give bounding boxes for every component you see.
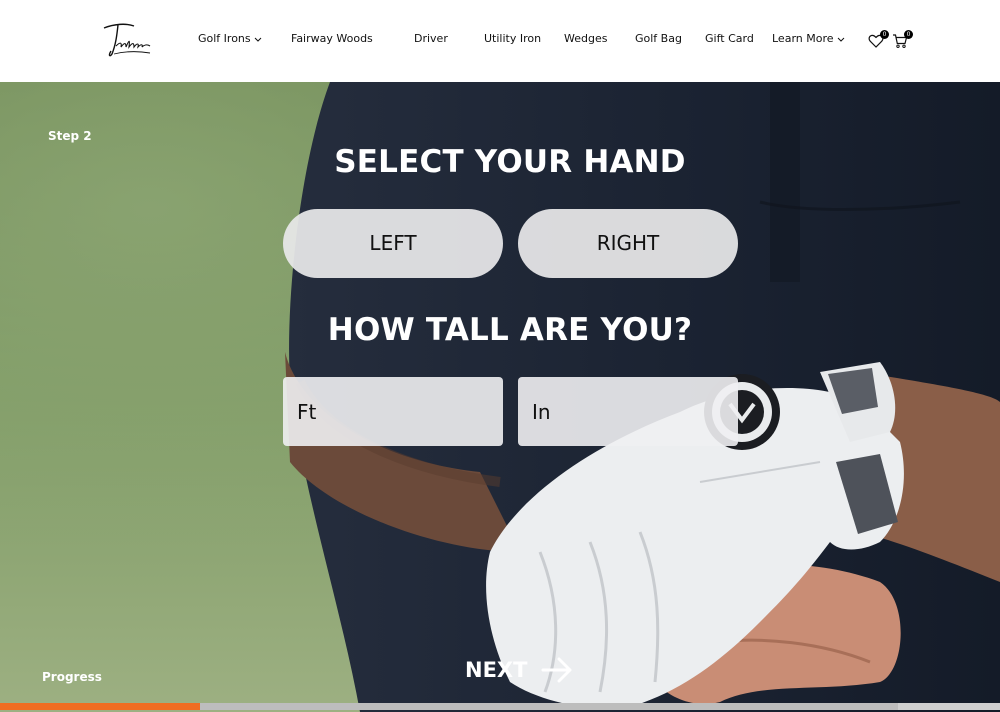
arrow-right-icon — [541, 657, 572, 683]
nav-utility-iron[interactable]: Utility Iron — [484, 32, 541, 45]
hand-right-button[interactable]: RIGHT — [518, 209, 738, 278]
cart-count-badge: 0 — [904, 30, 913, 39]
select-hand-title: SELECT YOUR HAND — [334, 144, 686, 180]
nav-golf-irons[interactable]: Golf Irons — [198, 32, 262, 45]
nav-gift-card[interactable]: Gift Card — [705, 32, 754, 45]
step-label: Step 2 — [48, 129, 92, 143]
wishlist-count-badge: 0 — [880, 30, 889, 39]
main-nav: Golf Irons Fairway Woods Driver Utility … — [0, 32, 1000, 50]
nav-learn-more[interactable]: Learn More — [772, 32, 845, 45]
nav-driver[interactable]: Driver — [414, 32, 448, 45]
nav-wedges[interactable]: Wedges — [564, 32, 607, 45]
progress-track-end — [898, 703, 1000, 710]
cart-button[interactable]: 0 — [892, 30, 913, 51]
chevron-down-icon — [837, 37, 844, 42]
wishlist-button[interactable]: 0 — [868, 30, 889, 51]
progress-bar — [0, 703, 1000, 710]
height-title: HOW TALL ARE YOU? — [327, 312, 693, 348]
chevron-down-icon — [254, 37, 261, 42]
next-button[interactable]: NEXT — [465, 655, 573, 685]
hand-left-button[interactable]: LEFT — [283, 209, 503, 278]
progress-fill — [0, 703, 200, 710]
nav-golf-bag[interactable]: Golf Bag — [635, 32, 682, 45]
quiz-hero: Step 2 SELECT YOUR HAND LEFT RIGHT HOW T… — [0, 82, 1000, 712]
next-label: NEXT — [465, 658, 528, 682]
height-feet-input[interactable] — [283, 377, 503, 446]
site-header: Golf Irons Fairway Woods Driver Utility … — [0, 0, 1000, 82]
height-inches-input[interactable] — [518, 377, 738, 446]
progress-label: Progress — [42, 670, 102, 684]
nav-fairway-woods[interactable]: Fairway Woods — [291, 32, 373, 45]
